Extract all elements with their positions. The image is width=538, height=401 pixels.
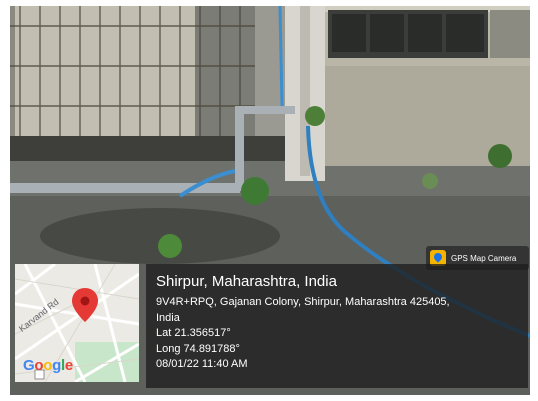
address-line-1: 9V4R+RPQ, Gajanan Colony, Shirpur, Mahar… (156, 296, 450, 308)
longitude: Long 74.891788° (156, 342, 240, 355)
latitude: Lat 21.356517° (156, 327, 231, 339)
badge-label: GPS Map Camera (451, 253, 517, 263)
location-info-panel: Shirpur, Maharashtra, India 9V4R+RPQ, Ga… (146, 264, 528, 388)
google-logo: Google (23, 357, 73, 374)
location-title: Shirpur, Maharashtra, India (156, 273, 337, 290)
map-thumbnail: Karvand Rd Google (15, 264, 139, 382)
address-line-2: India (156, 311, 180, 324)
timestamp: 08/01/22 11:40 AM (156, 358, 248, 370)
